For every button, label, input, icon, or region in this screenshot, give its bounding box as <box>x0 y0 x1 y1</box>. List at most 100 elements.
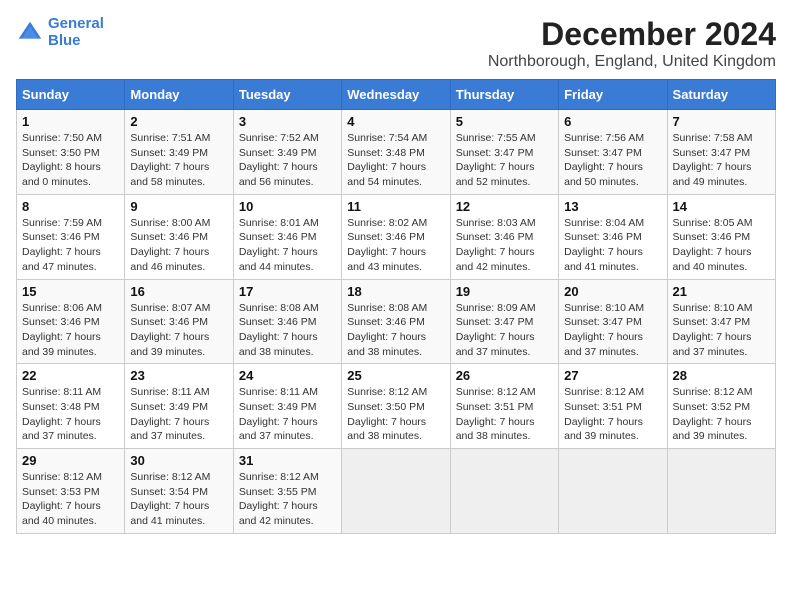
calendar-header-row: SundayMondayTuesdayWednesdayThursdayFrid… <box>17 80 776 110</box>
day-info: Sunrise: 8:07 AMSunset: 3:46 PMDaylight:… <box>130 301 227 360</box>
calendar-cell: 24 Sunrise: 8:11 AMSunset: 3:49 PMDayligh… <box>233 364 341 449</box>
day-number: 9 <box>130 199 227 214</box>
calendar-week-row: 22Sunrise: 8:11 AMSunset: 3:48 PMDayligh… <box>17 364 776 449</box>
day-number: 18 <box>347 284 444 299</box>
calendar-cell: 1 Sunrise: 7:50 AMSunset: 3:50 PMDaylight… <box>17 110 125 195</box>
day-info: Sunrise: 7:54 AMSunset: 3:48 PMDaylight:… <box>347 131 444 190</box>
day-number: 1 <box>22 114 119 129</box>
calendar-cell: 19 Sunrise: 8:09 AMSunset: 3:47 PMDayligh… <box>450 279 558 364</box>
day-info: Sunrise: 8:12 AMSunset: 3:50 PMDaylight:… <box>347 385 444 444</box>
calendar-cell: 22Sunrise: 8:11 AMSunset: 3:48 PMDayligh… <box>17 364 125 449</box>
day-number: 2 <box>130 114 227 129</box>
day-info: Sunrise: 8:03 AMSunset: 3:46 PMDaylight:… <box>456 216 553 275</box>
calendar-cell: 30Sunrise: 8:12 AMSunset: 3:54 PMDayligh… <box>125 449 233 534</box>
day-number: 13 <box>564 199 661 214</box>
day-info: Sunrise: 8:08 AMSunset: 3:46 PMDaylight:… <box>239 301 336 360</box>
day-number: 19 <box>456 284 553 299</box>
day-info: Sunrise: 8:12 AMSunset: 3:51 PMDaylight:… <box>564 385 661 444</box>
calendar-cell: 16 Sunrise: 8:07 AMSunset: 3:46 PMDayligh… <box>125 279 233 364</box>
calendar-body: 1 Sunrise: 7:50 AMSunset: 3:50 PMDaylight… <box>17 110 776 534</box>
day-info: Sunrise: 8:12 AMSunset: 3:55 PMDaylight:… <box>239 470 336 529</box>
calendar-day-header: Wednesday <box>342 80 450 110</box>
day-info: Sunrise: 8:06 AMSunset: 3:46 PMDaylight:… <box>22 301 119 360</box>
day-number: 31 <box>239 453 336 468</box>
calendar-week-row: 8Sunrise: 7:59 AMSunset: 3:46 PMDaylight… <box>17 194 776 279</box>
day-info: Sunrise: 7:51 AMSunset: 3:49 PMDaylight:… <box>130 131 227 190</box>
calendar-cell <box>559 449 667 534</box>
day-info: Sunrise: 8:08 AMSunset: 3:46 PMDaylight:… <box>347 301 444 360</box>
day-info: Sunrise: 8:02 AMSunset: 3:46 PMDaylight:… <box>347 216 444 275</box>
day-info: Sunrise: 8:11 AMSunset: 3:49 PMDaylight:… <box>239 385 336 444</box>
calendar-day-header: Monday <box>125 80 233 110</box>
calendar-cell: 20Sunrise: 8:10 AMSunset: 3:47 PMDayligh… <box>559 279 667 364</box>
day-number: 14 <box>673 199 770 214</box>
day-info: Sunrise: 8:11 AMSunset: 3:49 PMDaylight:… <box>130 385 227 444</box>
day-info: Sunrise: 7:56 AMSunset: 3:47 PMDaylight:… <box>564 131 661 190</box>
calendar-cell: 17 Sunrise: 8:08 AMSunset: 3:46 PMDayligh… <box>233 279 341 364</box>
day-number: 22 <box>22 368 119 383</box>
calendar-cell: 6 Sunrise: 7:56 AMSunset: 3:47 PMDaylight… <box>559 110 667 195</box>
calendar-cell: 10Sunrise: 8:01 AMSunset: 3:46 PMDayligh… <box>233 194 341 279</box>
calendar-week-row: 29 Sunrise: 8:12 AMSunset: 3:53 PMDayligh… <box>17 449 776 534</box>
day-number: 11 <box>347 199 444 214</box>
logo-text: General Blue <box>48 16 104 49</box>
calendar-cell: 21 Sunrise: 8:10 AMSunset: 3:47 PMDayligh… <box>667 279 775 364</box>
day-number: 21 <box>673 284 770 299</box>
calendar-cell: 26 Sunrise: 8:12 AMSunset: 3:51 PMDayligh… <box>450 364 558 449</box>
page-header: General Blue December 2024 Northborough,… <box>16 16 776 71</box>
calendar-cell <box>450 449 558 534</box>
day-number: 17 <box>239 284 336 299</box>
day-info: Sunrise: 8:10 AMSunset: 3:47 PMDaylight:… <box>673 301 770 360</box>
day-number: 23 <box>130 368 227 383</box>
calendar-cell: 5 Sunrise: 7:55 AMSunset: 3:47 PMDaylight… <box>450 110 558 195</box>
day-number: 16 <box>130 284 227 299</box>
calendar-cell: 18 Sunrise: 8:08 AMSunset: 3:46 PMDayligh… <box>342 279 450 364</box>
day-info: Sunrise: 8:05 AMSunset: 3:46 PMDaylight:… <box>673 216 770 275</box>
calendar-cell: 25 Sunrise: 8:12 AMSunset: 3:50 PMDayligh… <box>342 364 450 449</box>
title-block: December 2024 Northborough, England, Uni… <box>488 16 776 71</box>
calendar-cell <box>342 449 450 534</box>
day-info: Sunrise: 7:52 AMSunset: 3:49 PMDaylight:… <box>239 131 336 190</box>
day-number: 4 <box>347 114 444 129</box>
day-info: Sunrise: 8:09 AMSunset: 3:47 PMDaylight:… <box>456 301 553 360</box>
day-info: Sunrise: 8:00 AMSunset: 3:46 PMDaylight:… <box>130 216 227 275</box>
day-number: 12 <box>456 199 553 214</box>
subtitle: Northborough, England, United Kingdom <box>488 53 776 71</box>
calendar-cell: 12 Sunrise: 8:03 AMSunset: 3:46 PMDayligh… <box>450 194 558 279</box>
day-number: 25 <box>347 368 444 383</box>
day-number: 30 <box>130 453 227 468</box>
calendar-day-header: Sunday <box>17 80 125 110</box>
day-number: 27 <box>564 368 661 383</box>
calendar-day-header: Tuesday <box>233 80 341 110</box>
day-number: 29 <box>22 453 119 468</box>
day-number: 15 <box>22 284 119 299</box>
day-number: 7 <box>673 114 770 129</box>
day-info: Sunrise: 8:04 AMSunset: 3:46 PMDaylight:… <box>564 216 661 275</box>
day-number: 24 <box>239 368 336 383</box>
day-number: 6 <box>564 114 661 129</box>
day-number: 26 <box>456 368 553 383</box>
logo: General Blue <box>16 16 104 49</box>
day-info: Sunrise: 8:12 AMSunset: 3:53 PMDaylight:… <box>22 470 119 529</box>
calendar-day-header: Thursday <box>450 80 558 110</box>
calendar-day-header: Friday <box>559 80 667 110</box>
calendar-cell <box>667 449 775 534</box>
calendar-cell: 11 Sunrise: 8:02 AMSunset: 3:46 PMDayligh… <box>342 194 450 279</box>
calendar-cell: 14 Sunrise: 8:05 AMSunset: 3:46 PMDayligh… <box>667 194 775 279</box>
calendar-cell: 28Sunrise: 8:12 AMSunset: 3:52 PMDayligh… <box>667 364 775 449</box>
day-info: Sunrise: 7:50 AMSunset: 3:50 PMDaylight:… <box>22 131 119 190</box>
main-title: December 2024 <box>488 16 776 53</box>
calendar-cell: 13 Sunrise: 8:04 AMSunset: 3:46 PMDayligh… <box>559 194 667 279</box>
day-info: Sunrise: 7:55 AMSunset: 3:47 PMDaylight:… <box>456 131 553 190</box>
day-info: Sunrise: 8:12 AMSunset: 3:51 PMDaylight:… <box>456 385 553 444</box>
calendar-week-row: 15 Sunrise: 8:06 AMSunset: 3:46 PMDayligh… <box>17 279 776 364</box>
day-info: Sunrise: 7:58 AMSunset: 3:47 PMDaylight:… <box>673 131 770 190</box>
day-info: Sunrise: 8:10 AMSunset: 3:47 PMDaylight:… <box>564 301 661 360</box>
calendar-cell: 3 Sunrise: 7:52 AMSunset: 3:49 PMDaylight… <box>233 110 341 195</box>
calendar-cell: 23 Sunrise: 8:11 AMSunset: 3:49 PMDayligh… <box>125 364 233 449</box>
calendar-cell: 4 Sunrise: 7:54 AMSunset: 3:48 PMDaylight… <box>342 110 450 195</box>
calendar-cell: 2 Sunrise: 7:51 AMSunset: 3:49 PMDaylight… <box>125 110 233 195</box>
day-number: 3 <box>239 114 336 129</box>
day-number: 5 <box>456 114 553 129</box>
logo-icon <box>16 19 44 47</box>
